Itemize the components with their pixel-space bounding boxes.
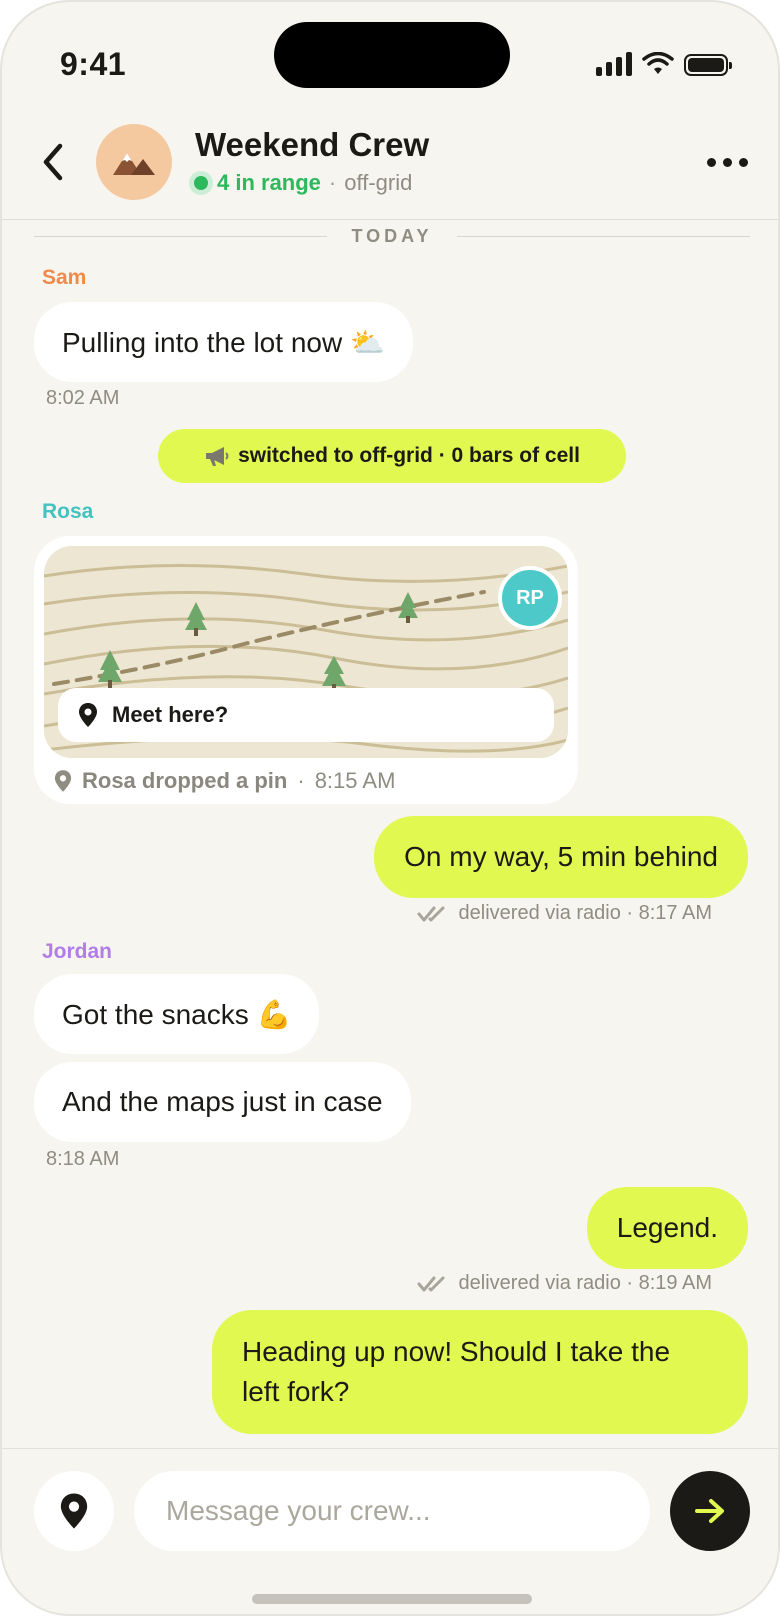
more-options-button[interactable]	[707, 158, 748, 167]
message-bubble-outgoing[interactable]: Legend.	[586, 1187, 748, 1269]
message-time: 8:15 AM	[314, 768, 396, 793]
megaphone-icon	[206, 447, 229, 466]
receipt-text: delivered via radio · 8:19 AM	[458, 1272, 712, 1294]
map-preview[interactable]: RP Meet here?	[44, 546, 568, 758]
status-icons	[596, 52, 732, 76]
receipt-text: delivered via radio · 8:17 AM	[458, 902, 712, 924]
day-label: TODAY	[351, 226, 433, 246]
online-dot-icon	[194, 176, 208, 190]
system-event-pill: switched to off-grid · 0 bars of cell	[158, 429, 626, 483]
message-bubble-jordan[interactable]: And the maps just in case	[34, 1062, 411, 1142]
location-pin-card[interactable]: RP Meet here? Rosa dropped a pin · 8:15 …	[34, 536, 578, 804]
delivery-receipt: delivered via radio · 8:19 AM	[417, 1272, 712, 1295]
message-composer	[2, 1448, 778, 1614]
double-check-icon	[417, 906, 445, 921]
message-bubble-outgoing[interactable]: On my way, 5 min behind	[374, 816, 748, 898]
meet-here-chip[interactable]: Meet here?	[58, 688, 554, 742]
message-bubble-sam[interactable]: Pulling into the lot now ⛅	[34, 302, 413, 382]
send-button[interactable]	[670, 1471, 750, 1551]
message-line: left fork?	[242, 1376, 350, 1407]
sender-name-jordan: Jordan	[42, 940, 113, 963]
sender-name-sam: Sam	[42, 266, 87, 289]
message-bubble-jordan[interactable]: Got the snacks 💪	[34, 974, 320, 1054]
group-status: 4 in range · off-grid	[188, 170, 412, 196]
phone-screen: 9:41 Weekend Crew 4 in range · off-grid …	[0, 0, 780, 1616]
arrow-right-icon	[695, 1499, 724, 1523]
wifi-icon	[642, 52, 674, 74]
double-check-icon	[417, 1276, 445, 1291]
meet-here-label: Meet here?	[112, 702, 229, 727]
status-separator: ·	[328, 170, 337, 195]
more-dots-icon	[707, 158, 716, 167]
sender-name-rosa: Rosa	[42, 500, 94, 523]
map-pin-icon	[54, 770, 72, 792]
pin-meta: Rosa dropped a pin · 8:15 AM	[54, 768, 395, 794]
pin-author: Rosa dropped a pin	[82, 768, 288, 793]
pin-meta-separator: ·	[297, 768, 305, 793]
mountain-icon	[113, 153, 155, 175]
back-button[interactable]	[38, 140, 68, 184]
map-pin-icon	[60, 1493, 88, 1529]
message-line: Heading up now! Should I take the	[242, 1336, 671, 1367]
group-name: Weekend Crew	[195, 126, 430, 163]
chat-header: Weekend Crew 4 in range · off-grid	[2, 106, 778, 220]
network-mode: off-grid	[344, 170, 413, 195]
home-indicator[interactable]	[252, 1594, 532, 1604]
system-event-text: switched to off-grid · 0 bars of cell	[238, 444, 580, 467]
message-time: 8:18 AM	[46, 1148, 120, 1170]
message-time: 8:02 AM	[46, 387, 120, 409]
cell-signal-icon	[596, 52, 632, 76]
day-divider: TODAY	[34, 226, 750, 247]
pin-avatar-rp: RP	[498, 566, 562, 630]
map-pin-icon	[79, 703, 97, 727]
in-range-count: 4 in range	[217, 170, 321, 195]
message-bubble-outgoing[interactable]: Heading up now! Should I take the left f…	[212, 1310, 748, 1434]
status-time: 9:41	[60, 46, 127, 82]
group-avatar[interactable]	[96, 124, 172, 200]
message-input[interactable]	[134, 1471, 650, 1551]
chevron-left-icon	[43, 143, 63, 181]
share-location-button[interactable]	[34, 1471, 114, 1551]
dynamic-island	[274, 22, 510, 88]
delivery-receipt: delivered via radio · 8:17 AM	[417, 902, 712, 925]
battery-icon	[684, 54, 732, 76]
